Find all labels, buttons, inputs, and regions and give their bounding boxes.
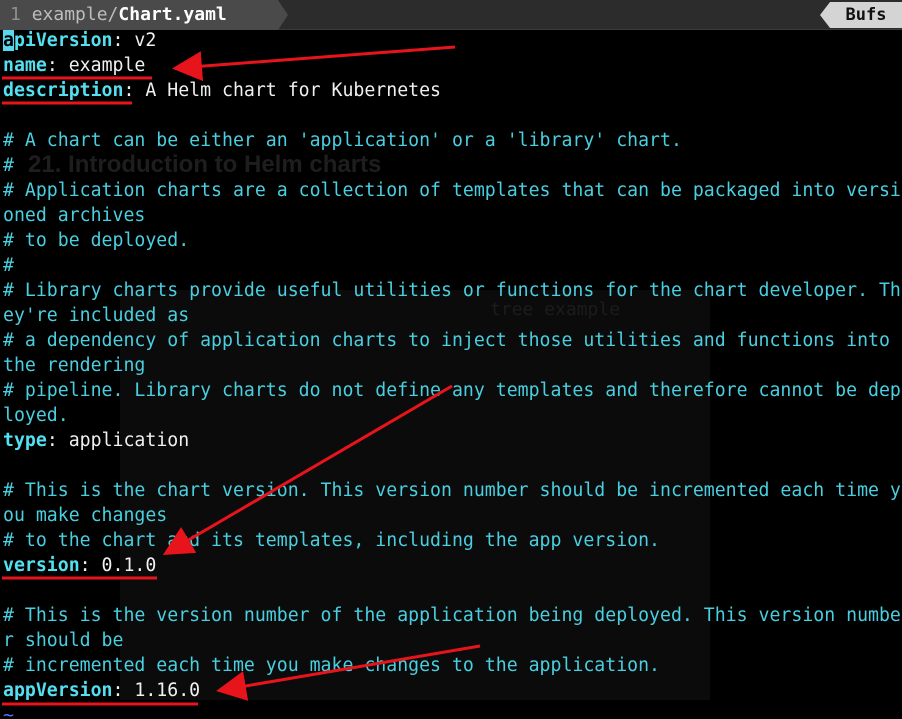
- arrow-to-version: [162, 384, 453, 556]
- arrow-to-appversion: [216, 644, 481, 701]
- annotation-overlay: [2, 45, 481, 706]
- arrow-to-name: [172, 45, 456, 82]
